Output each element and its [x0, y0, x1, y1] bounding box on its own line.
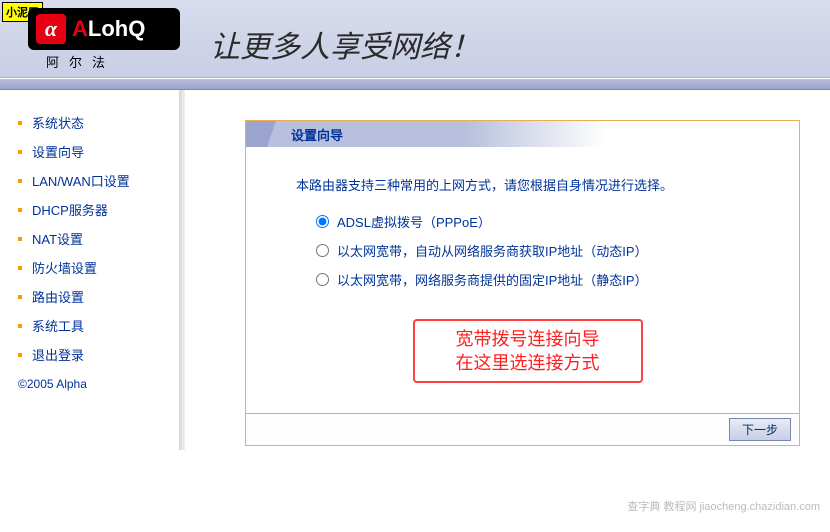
option-label: 以太网宽带，自动从网络服务商获取IP地址（动态IP）	[337, 241, 648, 260]
sidebar: 系统状态 设置向导 LAN/WAN口设置 DHCP服务器 NAT设置 防火墙设置…	[0, 90, 175, 450]
main-panel-area: 设置向导 本路由器支持三种常用的上网方式，请您根据自身情况进行选择。 ADSL虚…	[185, 90, 830, 450]
slogan: 让更多人享受网络！	[210, 22, 480, 66]
next-button[interactable]: 下一步	[729, 418, 791, 441]
nav-list: 系统状态 设置向导 LAN/WAN口设置 DHCP服务器 NAT设置 防火墙设置…	[18, 108, 175, 369]
watermark: 查字典 教程网 jiaocheng.chazidian.com	[627, 498, 820, 514]
instruction-text: 本路由器支持三种常用的上网方式，请您根据自身情况进行选择。	[296, 175, 759, 194]
radio-dynamic[interactable]	[316, 244, 329, 257]
option-label: 以太网宽带，网络服务商提供的固定IP地址（静态IP）	[337, 270, 648, 289]
panel-title: 设置向导	[291, 125, 343, 144]
copyright: ©2005 Alpha	[18, 377, 175, 391]
annotation-callout: 宽带拨号连接向导 在这里选连接方式	[413, 319, 643, 383]
logo-icon: α	[36, 14, 66, 44]
annotation-line2: 在这里选连接方式	[429, 351, 627, 375]
nav-firewall[interactable]: 防火墙设置	[18, 253, 175, 282]
logo: α ALohQ	[28, 8, 180, 50]
panel-body: 本路由器支持三种常用的上网方式，请您根据自身情况进行选择。 ADSL虚拟拨号（P…	[246, 147, 799, 413]
nav-lan-wan[interactable]: LAN/WAN口设置	[18, 166, 175, 195]
nav-setup-wizard[interactable]: 设置向导	[18, 137, 175, 166]
logo-text: ALohQ	[72, 16, 145, 42]
panel-header: 设置向导	[246, 121, 799, 147]
wizard-panel: 设置向导 本路由器支持三种常用的上网方式，请您根据自身情况进行选择。 ADSL虚…	[245, 120, 800, 446]
nav-routing[interactable]: 路由设置	[18, 282, 175, 311]
radio-static[interactable]	[316, 273, 329, 286]
nav-system-tools[interactable]: 系统工具	[18, 311, 175, 340]
nav-system-status[interactable]: 系统状态	[18, 108, 175, 137]
nav-logout[interactable]: 退出登录	[18, 340, 175, 369]
option-label: ADSL虚拟拨号（PPPoE）	[337, 212, 491, 231]
option-static-ip[interactable]: 以太网宽带，网络服务商提供的固定IP地址（静态IP）	[316, 270, 759, 289]
panel-footer: 下一步	[246, 413, 799, 445]
nav-dhcp[interactable]: DHCP服务器	[18, 195, 175, 224]
nav-nat[interactable]: NAT设置	[18, 224, 175, 253]
logo-subtitle: 阿尔法	[46, 52, 115, 71]
content-area: 系统状态 设置向导 LAN/WAN口设置 DHCP服务器 NAT设置 防火墙设置…	[0, 90, 830, 450]
separator-bar	[0, 78, 830, 90]
option-dynamic-ip[interactable]: 以太网宽带，自动从网络服务商获取IP地址（动态IP）	[316, 241, 759, 260]
radio-pppoe[interactable]	[316, 215, 329, 228]
option-pppoe[interactable]: ADSL虚拟拨号（PPPoE）	[316, 212, 759, 231]
annotation-line1: 宽带拨号连接向导	[429, 327, 627, 351]
header: 小泥巴 α ALohQ 阿尔法 让更多人享受网络！	[0, 0, 830, 78]
